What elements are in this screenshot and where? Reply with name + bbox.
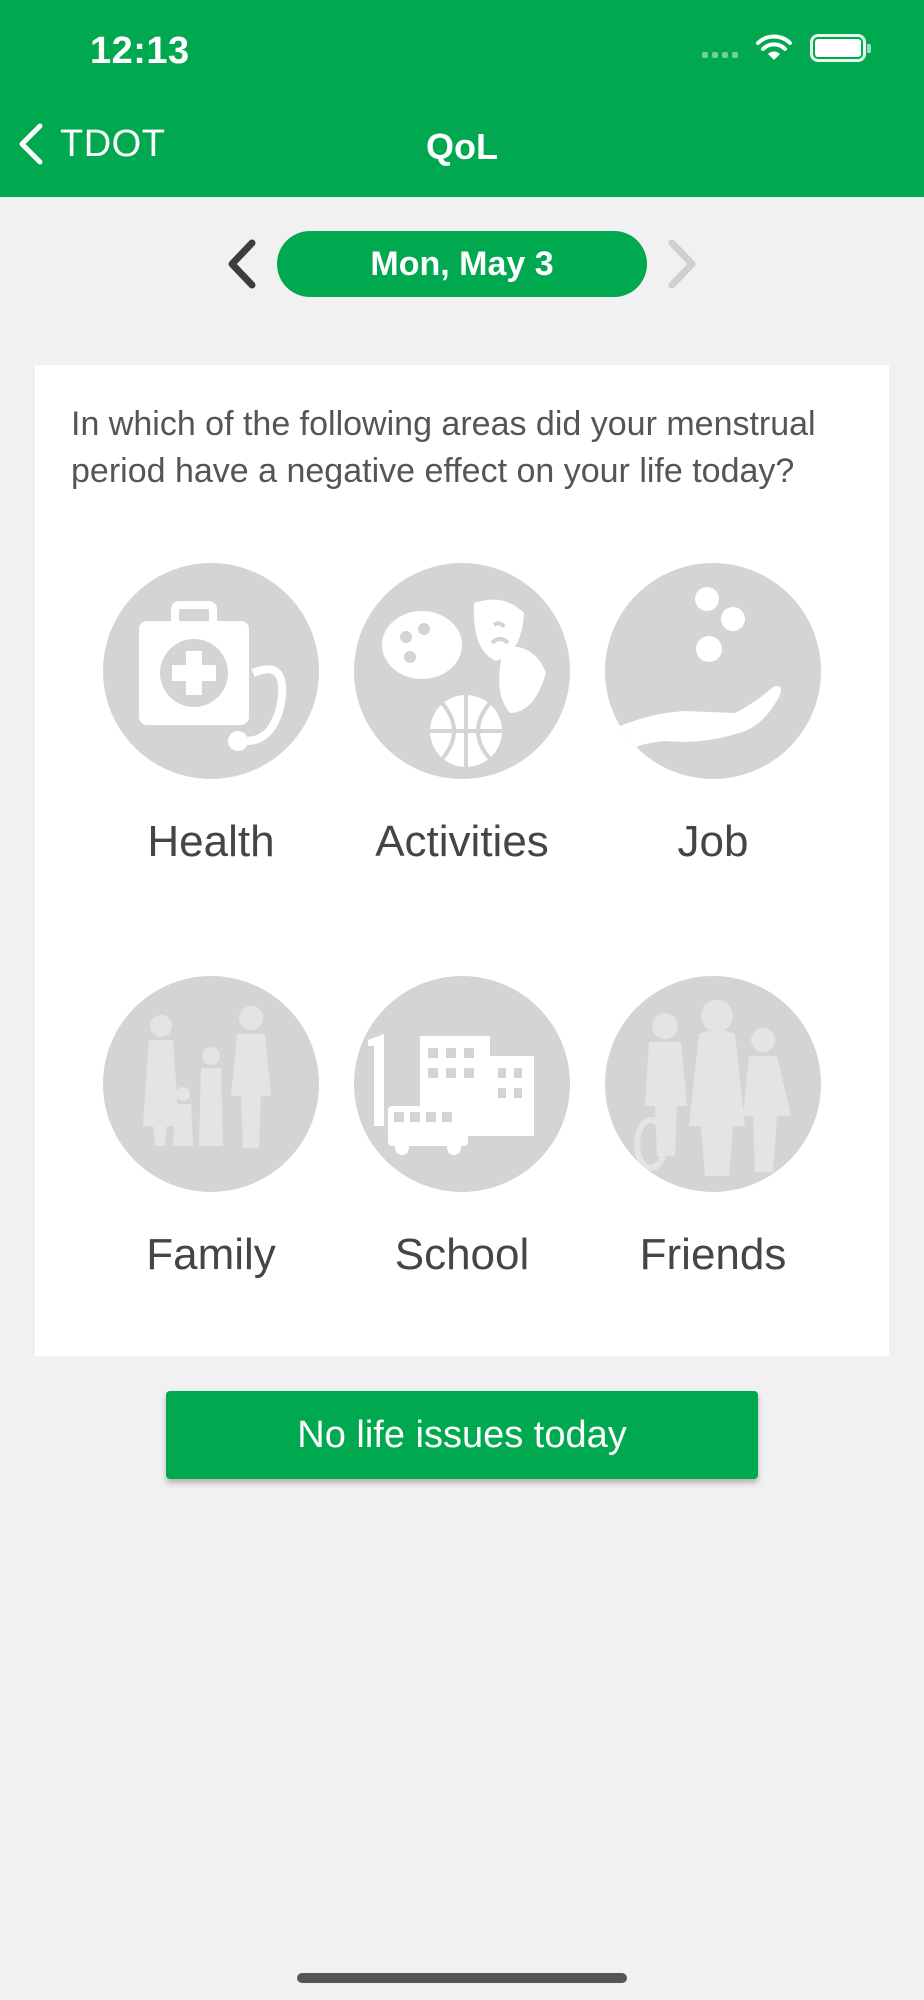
app-header: 12:13 TDOT QoL [0,0,924,197]
home-indicator [297,1973,627,1983]
option-label: Family [146,1230,276,1279]
question-text: In which of the following areas did your… [71,405,816,490]
activities-icon [354,563,570,779]
health-icon [103,563,319,779]
job-icon [605,563,821,779]
option-health[interactable]: Health [81,563,341,867]
chevron-left-icon [228,239,256,289]
option-activities[interactable]: Activities [332,563,592,867]
battery-icon [810,34,871,62]
option-label: Friends [639,1230,787,1279]
date-display[interactable]: Mon, May 3 [277,231,647,297]
option-family[interactable]: Family [81,976,341,1280]
date-navigator: Mon, May 3 [0,231,924,297]
signal-icon [702,38,738,58]
option-job[interactable]: Job [583,563,843,867]
page-title: QoL [426,126,498,167]
status-time: 12:13 [90,30,190,72]
next-day-button [662,237,702,291]
no-life-issues-button[interactable]: No life issues today [166,1391,758,1479]
family-icon [103,976,319,1192]
question-card: In which of the following areas did your… [35,365,889,1356]
status-icons [702,34,871,62]
school-icon [354,976,570,1192]
chevron-right-icon [668,239,696,289]
previous-day-button[interactable] [222,237,262,291]
friends-icon [605,976,821,1192]
wifi-icon [756,34,792,60]
option-label: Health [147,817,275,866]
option-label: School [394,1230,530,1279]
option-friends[interactable]: Friends [583,976,843,1280]
option-label: Activities [375,817,549,866]
option-school[interactable]: School [332,976,592,1280]
option-label: Job [677,817,749,866]
